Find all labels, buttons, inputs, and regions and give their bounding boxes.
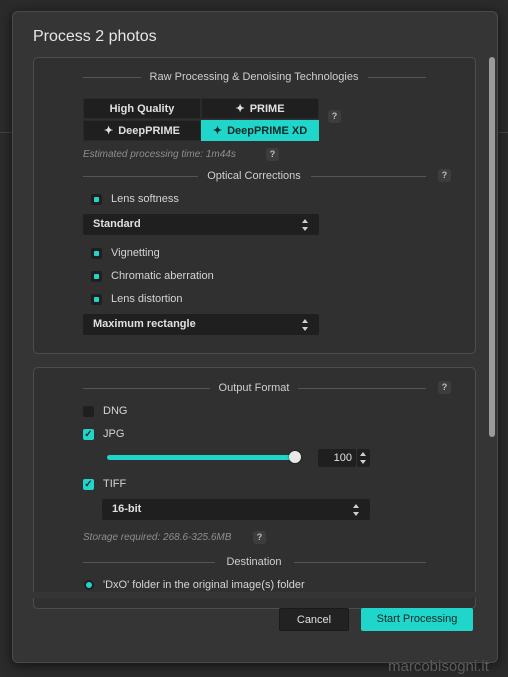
start-processing-button[interactable]: Start Processing <box>361 608 473 631</box>
output-section-label: Output Format <box>218 382 290 394</box>
tiff-depth-value: 16-bit <box>112 503 142 515</box>
background-divider-left <box>0 132 12 133</box>
raw-section-label: Raw Processing & Denoising Technologies <box>149 71 359 83</box>
softness-mode-select[interactable]: Standard <box>83 214 319 235</box>
lens-softness-label: Lens softness <box>111 193 179 205</box>
scrollbar-thumb[interactable] <box>489 57 495 437</box>
raw-section-divider-right <box>368 77 426 78</box>
jpg-quality-slider-thumb[interactable] <box>289 451 301 463</box>
jpg-toggle[interactable]: ✓ JPG <box>83 428 124 440</box>
raw-section-divider-left <box>83 77 141 78</box>
lens-distortion-toggle[interactable]: Lens distortion <box>91 293 183 305</box>
estimate-help-icon[interactable]: ? <box>266 148 279 161</box>
destination-radio[interactable] <box>84 580 94 590</box>
jpg-quality-slider-fill <box>107 455 295 460</box>
sparkle-icon: ✦ <box>235 103 245 115</box>
jpg-quality-slider[interactable] <box>107 451 301 463</box>
lens-distortion-checkbox[interactable] <box>91 293 102 305</box>
jpg-checkbox[interactable]: ✓ <box>83 428 94 440</box>
up-down-arrows-icon <box>301 318 309 332</box>
option-prime-label: PRIME <box>249 102 285 115</box>
up-down-arrows-icon <box>301 218 309 232</box>
vignetting-checkbox[interactable] <box>91 247 102 259</box>
raw-help-icon[interactable]: ? <box>328 110 341 123</box>
cancel-button[interactable]: Cancel <box>279 608 349 631</box>
dng-toggle[interactable]: DNG <box>83 405 127 417</box>
optical-help-icon[interactable]: ? <box>438 169 451 182</box>
option-deepprime-xd[interactable]: ✦ DeepPRIME XD <box>201 120 319 141</box>
destination-divider-right <box>294 562 426 563</box>
lens-distortion-label: Lens distortion <box>111 293 183 305</box>
dialog-title: Process 2 photos <box>33 28 157 45</box>
distortion-mode-select[interactable]: Maximum rectangle <box>83 314 319 335</box>
chromatic-aberration-toggle[interactable]: Chromatic aberration <box>91 270 214 282</box>
option-high-quality[interactable]: High Quality <box>83 98 201 119</box>
vignetting-label: Vignetting <box>111 247 160 259</box>
optical-section-label: Optical Corrections <box>207 170 301 182</box>
output-help-icon[interactable]: ? <box>438 381 451 394</box>
output-divider-left <box>83 388 210 389</box>
option-high-quality-label: High Quality <box>109 102 175 115</box>
vignetting-toggle[interactable]: Vignetting <box>91 247 160 259</box>
tiff-label: TIFF <box>103 478 127 490</box>
chromatic-aberration-label: Chromatic aberration <box>111 270 214 282</box>
chromatic-aberration-checkbox[interactable] <box>91 270 102 282</box>
tiff-depth-select[interactable]: 16-bit <box>102 499 370 520</box>
destination-section-label: Destination <box>226 556 282 568</box>
watermark: marcobisogni.it <box>388 658 489 675</box>
up-down-arrows-icon <box>352 503 360 517</box>
option-deepprime-xd-label: DeepPRIME XD <box>227 124 308 137</box>
destination-divider-left <box>83 562 215 563</box>
tiff-toggle[interactable]: ✓ TIFF <box>83 478 126 490</box>
option-deepprime[interactable]: ✦ DeepPRIME <box>83 120 201 141</box>
lens-softness-checkbox[interactable] <box>91 193 102 205</box>
dng-label: DNG <box>103 405 128 417</box>
dng-checkbox[interactable] <box>83 405 94 417</box>
jpg-quality-stepper[interactable] <box>357 449 370 467</box>
jpg-quality-input[interactable]: 100 <box>318 449 356 467</box>
storage-required-text: Storage required: 268.6-325.6MB <box>83 532 232 543</box>
destination-option-label[interactable]: 'DxO' folder in the original image(s) fo… <box>103 579 305 591</box>
tiff-checkbox[interactable]: ✓ <box>83 478 94 490</box>
sparkle-icon: ✦ <box>212 125 223 137</box>
lens-softness-toggle[interactable]: Lens softness <box>91 193 179 205</box>
optical-divider-left <box>83 176 198 177</box>
scroll-clip <box>33 592 476 598</box>
distortion-mode-value: Maximum rectangle <box>93 318 196 330</box>
sparkle-icon: ✦ <box>104 125 114 137</box>
estimated-time-text: Estimated processing time: 1m44s <box>83 149 236 160</box>
softness-mode-value: Standard <box>93 218 141 230</box>
option-deepprime-label: DeepPRIME <box>118 124 180 137</box>
jpg-label: JPG <box>103 428 125 440</box>
storage-help-icon[interactable]: ? <box>253 531 266 544</box>
option-prime[interactable]: ✦ PRIME <box>201 98 319 119</box>
output-divider-right <box>298 388 426 389</box>
optical-divider-right <box>311 176 426 177</box>
